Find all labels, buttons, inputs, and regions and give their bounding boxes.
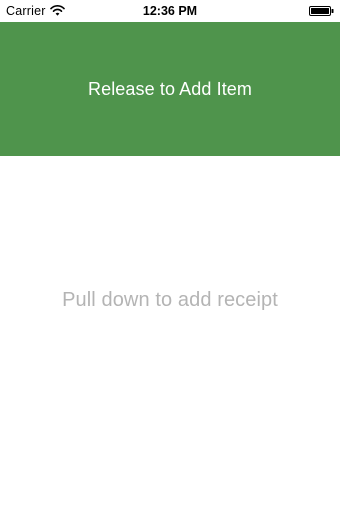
release-to-add-label: Release to Add Item <box>88 79 252 99</box>
status-bar: Carrier 12:36 PM <box>0 0 340 22</box>
empty-state-hint: Pull down to add receipt <box>62 289 278 311</box>
pull-to-add-banner[interactable]: Release to Add Item <box>0 22 340 156</box>
status-time: 12:36 PM <box>142 4 198 18</box>
battery-icon <box>309 6 334 16</box>
receipt-list-area[interactable]: Pull down to add receipt <box>0 156 340 510</box>
